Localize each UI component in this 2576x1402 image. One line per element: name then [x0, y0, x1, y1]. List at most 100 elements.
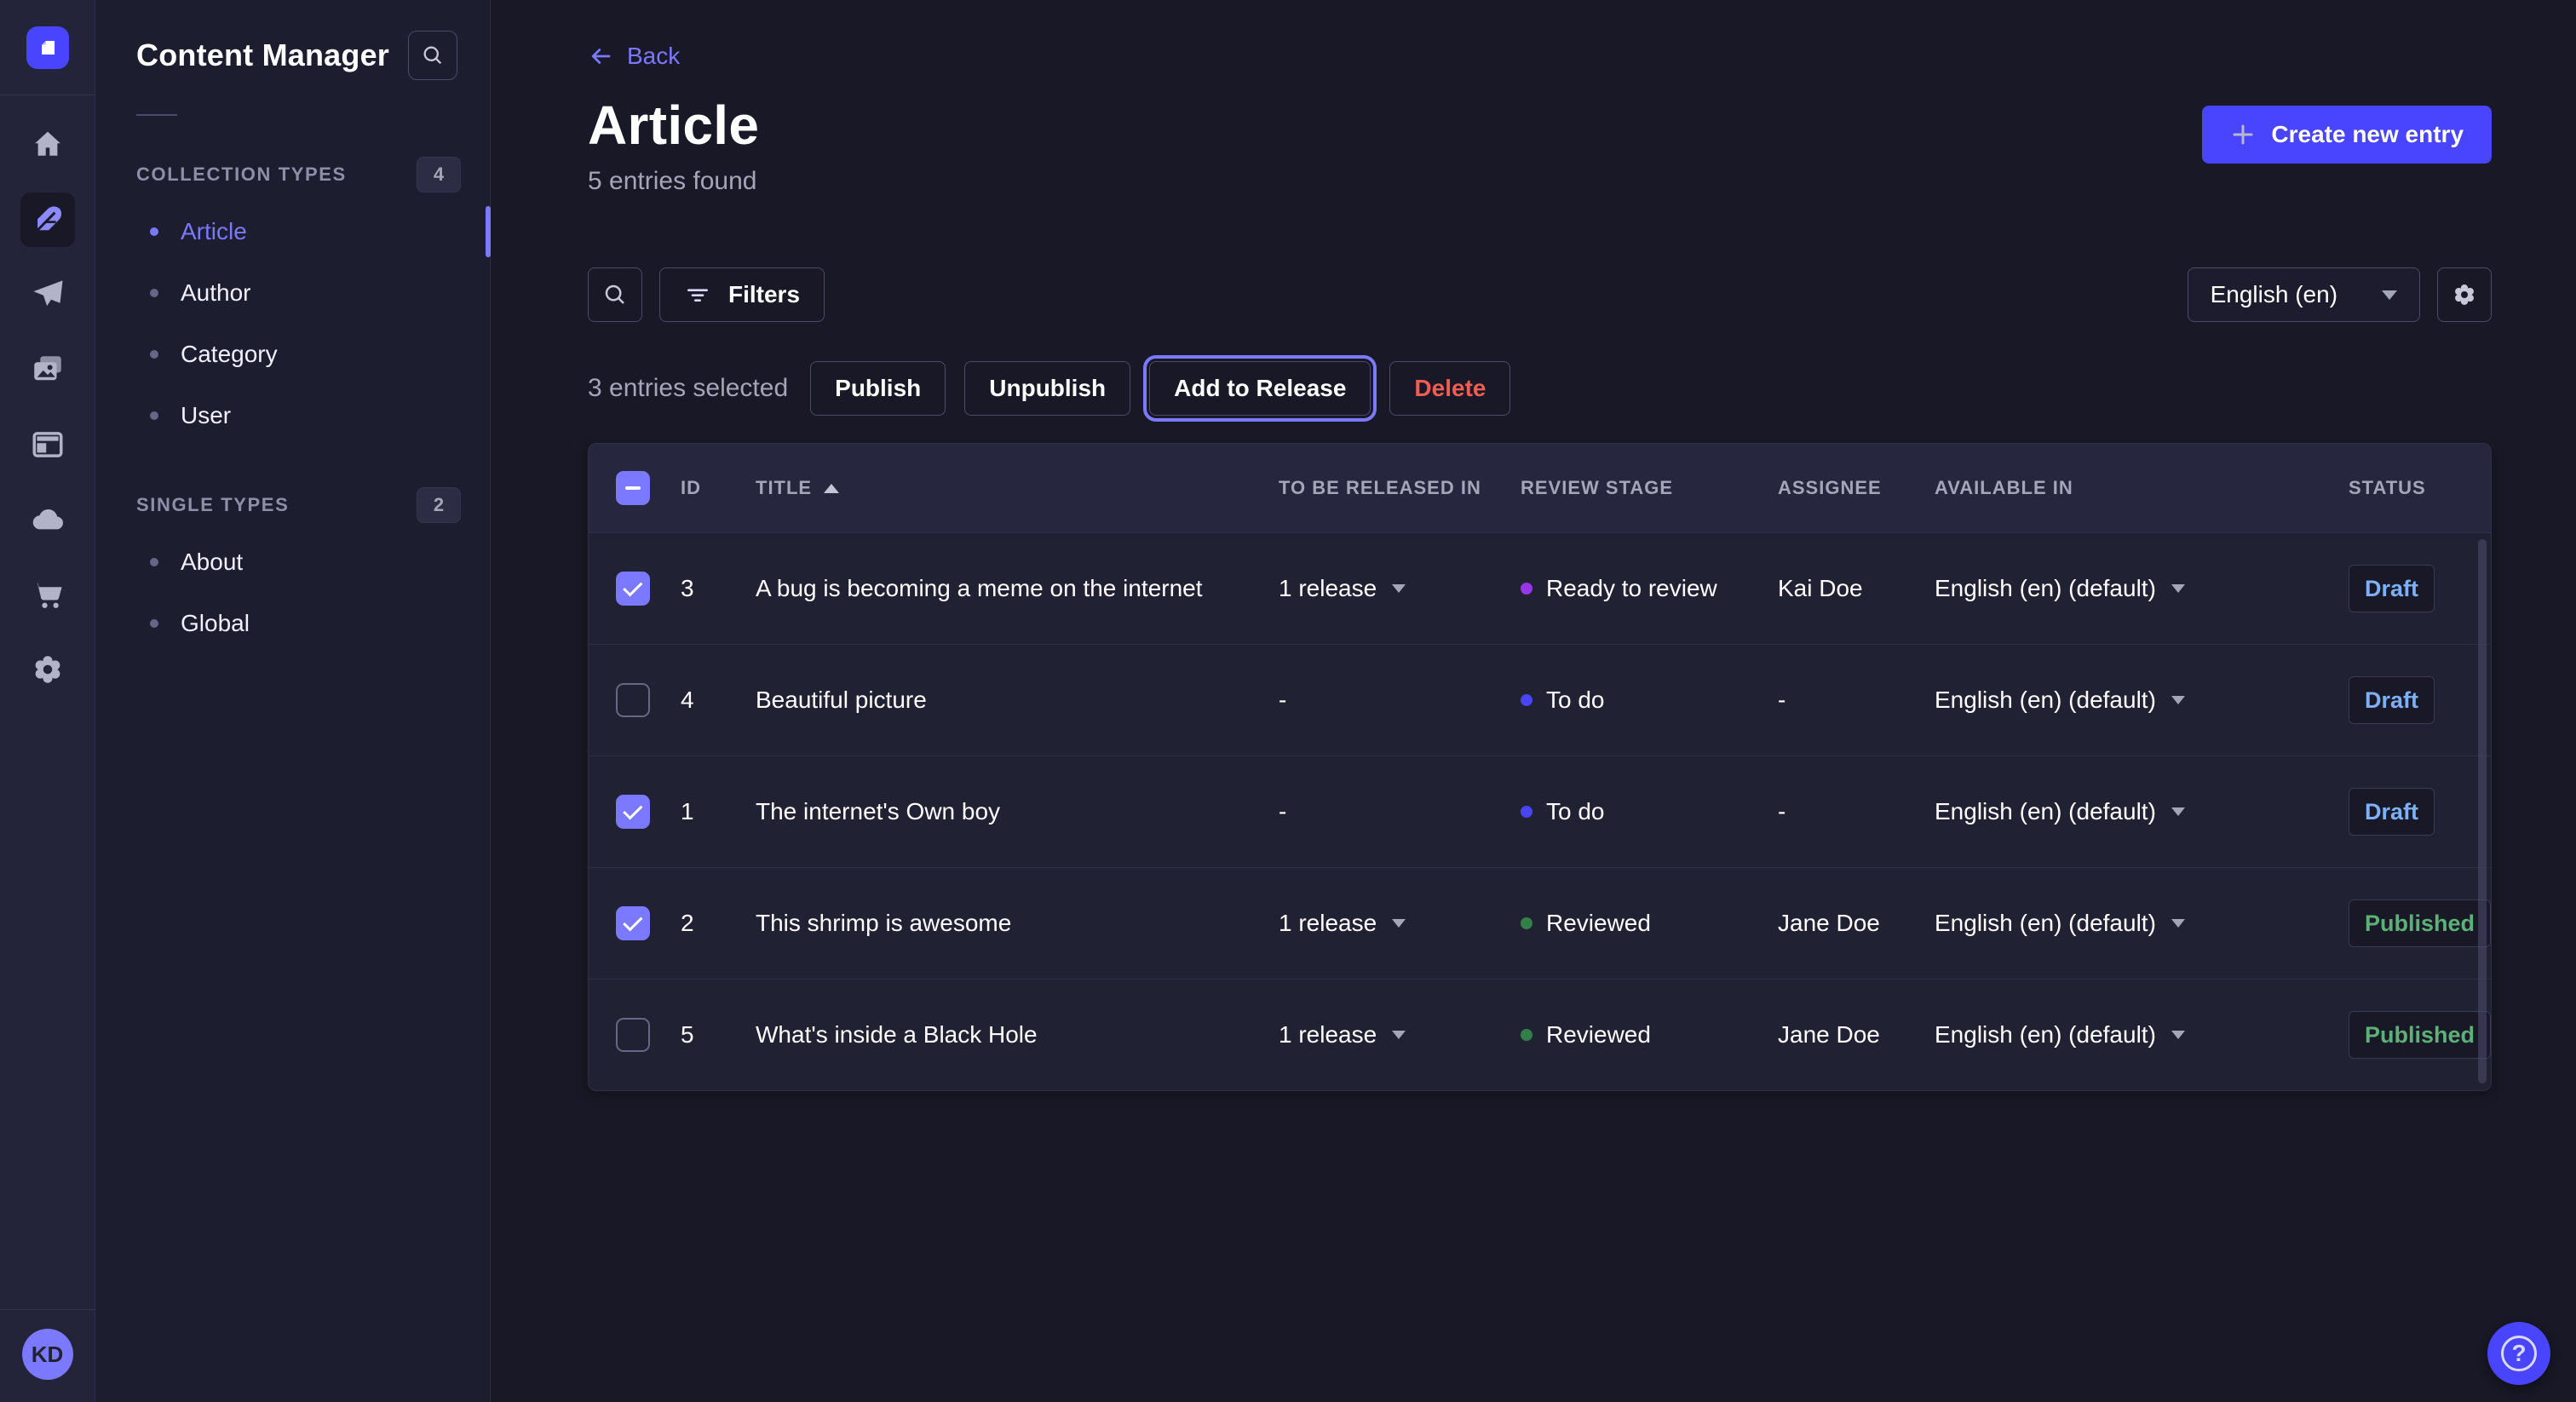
select-all-checkbox[interactable]	[616, 471, 650, 505]
deploy-cloud-icon[interactable]	[20, 492, 75, 547]
sidebar-item[interactable]: About	[95, 531, 490, 593]
selection-count-label: 3 entries selected	[588, 374, 788, 403]
column-header-assignee[interactable]: ASSIGNEE	[1778, 477, 1935, 499]
home-icon[interactable]	[20, 118, 75, 172]
sidebar-item-label: About	[181, 549, 243, 576]
help-button[interactable]: ?	[2487, 1322, 2550, 1385]
publish-button[interactable]: Publish	[810, 361, 946, 416]
locale-value: English (en) (default)	[1935, 575, 2156, 602]
cell-status: Published	[2349, 1011, 2491, 1059]
content-type-builder-icon[interactable]	[20, 417, 75, 472]
sidebar-item-label: Author	[181, 279, 251, 307]
chevron-down-icon	[2171, 1031, 2185, 1039]
status-badge: Published	[2349, 1011, 2491, 1059]
strapi-logo-icon[interactable]	[26, 26, 69, 69]
page-heading-block: Article 5 entries found	[588, 94, 759, 196]
cell-title: A bug is becoming a meme on the internet	[756, 575, 1279, 602]
cell-status: Published	[2349, 899, 2491, 947]
sidebar-item[interactable]: Article	[95, 201, 490, 262]
gear-icon	[2451, 281, 2478, 308]
filters-button[interactable]: Filters	[659, 267, 825, 322]
row-checkbox[interactable]	[616, 906, 650, 940]
back-arrow-icon	[588, 43, 613, 69]
cell-assignee: Kai Doe	[1778, 575, 1935, 602]
column-header-id[interactable]: ID	[681, 477, 756, 499]
delete-button[interactable]: Delete	[1389, 361, 1510, 416]
add-to-release-button[interactable]: Add to Release	[1149, 361, 1371, 416]
content-manager-icon[interactable]	[20, 192, 75, 247]
bullet-icon	[150, 350, 158, 359]
cell-available-in[interactable]: English (en) (default)	[1935, 575, 2349, 602]
back-link[interactable]: Back	[588, 43, 680, 70]
table-row[interactable]: 1 The internet's Own boy - To do - Engl	[589, 756, 2491, 867]
cell-status: Draft	[2349, 676, 2491, 724]
cell-assignee: -	[1778, 687, 1935, 714]
cell-available-in[interactable]: English (en) (default)	[1935, 1021, 2349, 1049]
search-button[interactable]	[588, 267, 642, 322]
column-header-available[interactable]: AVAILABLE IN	[1935, 477, 2349, 499]
cell-available-in[interactable]: English (en) (default)	[1935, 910, 2349, 937]
table-row[interactable]: 3 A bug is becoming a meme on the intern…	[589, 532, 2491, 644]
column-header-stage[interactable]: REVIEW STAGE	[1521, 477, 1778, 499]
chevron-down-icon	[1392, 584, 1406, 593]
settings-gear-icon[interactable]	[20, 642, 75, 697]
collection-types-count-badge: 4	[417, 157, 461, 192]
column-header-title[interactable]: TITLE	[756, 477, 1279, 499]
sidebar-item[interactable]: Category	[95, 324, 490, 385]
cell-available-in[interactable]: English (en) (default)	[1935, 687, 2349, 714]
column-header-status[interactable]: STATUS	[2349, 477, 2491, 499]
rail-divider	[0, 1309, 95, 1310]
chevron-down-icon	[1392, 1031, 1406, 1039]
locale-value: English (en)	[2211, 281, 2337, 308]
question-mark-icon: ?	[2501, 1336, 2537, 1371]
sidebar-item[interactable]: User	[95, 385, 490, 446]
sidebar-item[interactable]: Global	[95, 593, 490, 654]
bullet-icon	[150, 411, 158, 420]
single-types-label: SINGLE TYPES	[136, 494, 289, 516]
sort-ascending-icon	[824, 484, 839, 493]
status-badge: Draft	[2349, 788, 2435, 836]
media-library-icon[interactable]	[20, 342, 75, 397]
row-checkbox[interactable]	[616, 572, 650, 606]
stage-dot-icon	[1521, 806, 1532, 818]
cell-release[interactable]: -	[1279, 798, 1521, 825]
cell-available-in[interactable]: English (en) (default)	[1935, 798, 2349, 825]
cell-release[interactable]: -	[1279, 687, 1521, 714]
release-value: 1 release	[1279, 1021, 1377, 1049]
row-checkbox[interactable]	[616, 795, 650, 829]
sidebar-title: Content Manager	[136, 37, 389, 73]
view-settings-button[interactable]	[2437, 267, 2492, 322]
cell-status: Draft	[2349, 788, 2491, 836]
releases-icon[interactable]	[20, 267, 75, 322]
table-row[interactable]: 2 This shrimp is awesome 1 release Revie…	[589, 867, 2491, 979]
table-row[interactable]: 5 What's inside a Black Hole 1 release R…	[589, 979, 2491, 1090]
cell-review-stage: Reviewed	[1521, 910, 1778, 937]
table-row[interactable]: 4 Beautiful picture - To do - English (	[589, 644, 2491, 756]
unpublish-button[interactable]: Unpublish	[964, 361, 1130, 416]
single-types-list: About Global	[95, 531, 490, 654]
marketplace-cart-icon[interactable]	[20, 567, 75, 622]
locale-select[interactable]: English (en)	[2188, 267, 2420, 322]
cell-review-stage: To do	[1521, 687, 1778, 714]
cell-release[interactable]: 1 release	[1279, 575, 1521, 602]
stage-label: To do	[1546, 687, 1605, 714]
row-checkbox[interactable]	[616, 683, 650, 717]
sidebar-search-button[interactable]	[408, 31, 457, 80]
cell-release[interactable]: 1 release	[1279, 910, 1521, 937]
table-header-row: ID TITLE TO BE RELEASED IN REVIEW STAGE …	[589, 444, 2491, 532]
sidebar-item[interactable]: Author	[95, 262, 490, 324]
table-scrollbar[interactable]	[2478, 539, 2487, 1083]
table-body: 3 A bug is becoming a meme on the intern…	[589, 532, 2491, 1090]
rail-icon-list	[20, 95, 75, 697]
status-badge: Published	[2349, 899, 2491, 947]
user-avatar[interactable]: KD	[22, 1329, 73, 1380]
column-header-release[interactable]: TO BE RELEASED IN	[1279, 477, 1521, 499]
cell-release[interactable]: 1 release	[1279, 1021, 1521, 1049]
create-new-entry-button[interactable]: Create new entry	[2202, 106, 2492, 164]
bullet-icon	[150, 619, 158, 628]
bullet-icon	[150, 558, 158, 566]
strapi-logo-box	[0, 0, 95, 95]
row-checkbox[interactable]	[616, 1018, 650, 1052]
sidebar-item-label: Global	[181, 610, 250, 637]
release-value: -	[1279, 798, 1286, 825]
